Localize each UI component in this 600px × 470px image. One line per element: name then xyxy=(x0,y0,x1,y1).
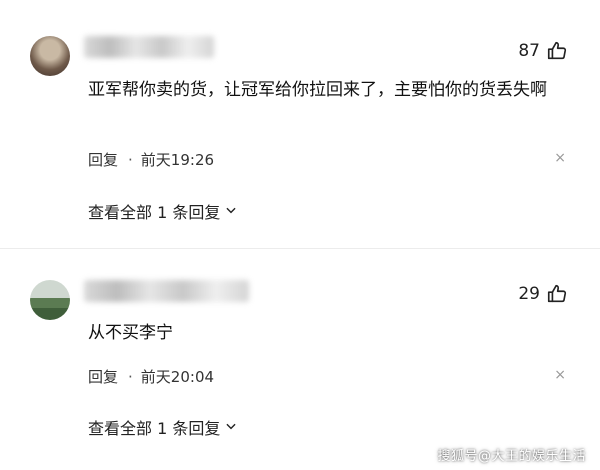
separator-dot: · xyxy=(128,150,133,169)
comment-meta: 回复 · 前天19:26 xyxy=(88,149,214,170)
close-icon[interactable]: × xyxy=(554,150,566,166)
view-all-replies-button[interactable]: 查看全部 1 条回复 xyxy=(88,199,238,223)
watermark: 搜狐号@大王的娱乐生活 xyxy=(437,449,586,464)
like-count: 29 xyxy=(518,284,540,304)
close-icon[interactable]: × xyxy=(554,367,566,383)
comment-text: 从不买李宁 xyxy=(88,323,173,343)
avatar[interactable] xyxy=(30,36,70,76)
avatar[interactable] xyxy=(30,280,70,320)
divider xyxy=(0,248,600,249)
timestamp: 前天20:04 xyxy=(140,368,215,386)
chevron-down-icon xyxy=(224,202,238,221)
view-all-replies-label: 查看全部 1 条回复 xyxy=(88,203,221,222)
comment-meta: 回复 · 前天20:04 xyxy=(88,366,214,387)
username-blurred[interactable] xyxy=(84,280,249,302)
reply-button[interactable]: 回复 xyxy=(88,149,118,170)
view-all-replies-button[interactable]: 查看全部 1 条回复 xyxy=(88,415,238,439)
like-control[interactable]: 29 xyxy=(518,283,568,305)
comment-item: 87 亚军帮你卖的货，让冠军给你拉回来了，主要怕你的货丢失啊 回复 · 前天19… xyxy=(0,0,600,240)
comment-text: 亚军帮你卖的货，让冠军给你拉回来了，主要怕你的货丢失啊 xyxy=(88,80,547,100)
like-count: 87 xyxy=(518,41,540,61)
thumbs-up-icon[interactable] xyxy=(546,40,568,62)
reply-button[interactable]: 回复 xyxy=(88,366,118,387)
username-blurred[interactable] xyxy=(84,36,214,58)
chevron-down-icon xyxy=(224,418,238,437)
timestamp: 前天19:26 xyxy=(140,151,215,169)
thumbs-up-icon[interactable] xyxy=(546,283,568,305)
like-control[interactable]: 87 xyxy=(518,40,568,62)
view-all-replies-label: 查看全部 1 条回复 xyxy=(88,419,221,438)
separator-dot: · xyxy=(128,367,133,386)
